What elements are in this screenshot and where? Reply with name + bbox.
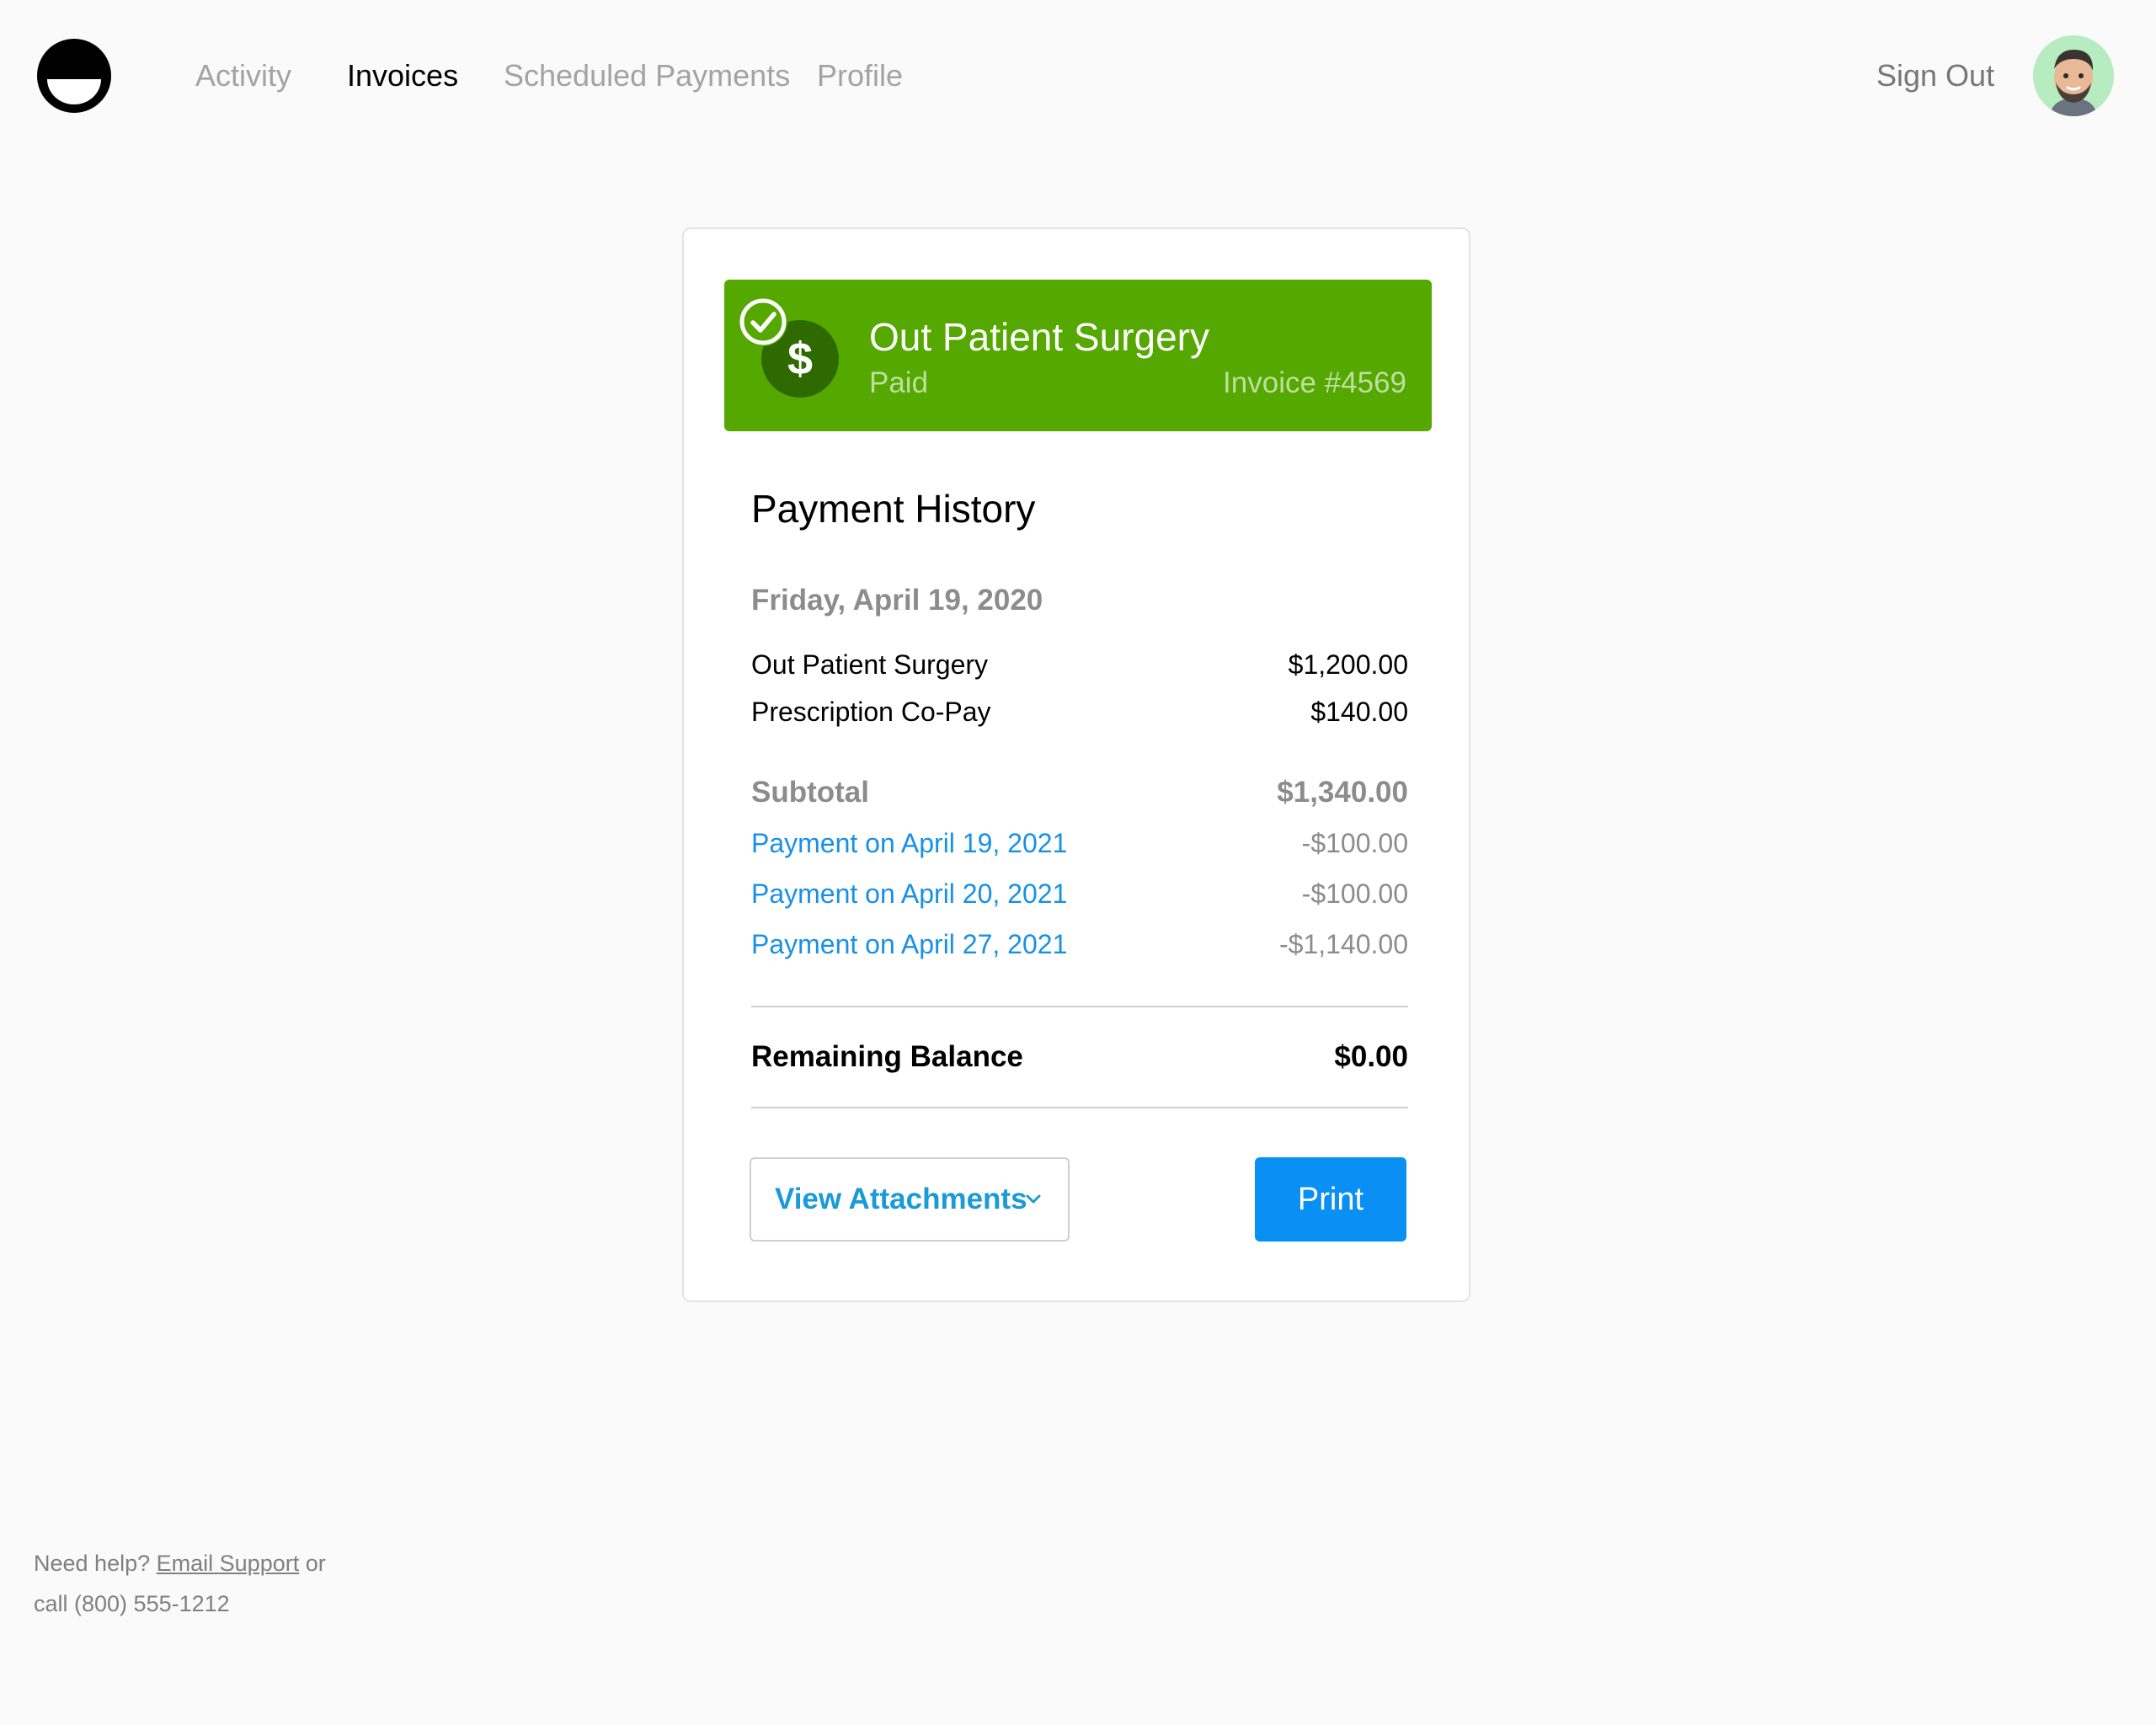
payment-row: Payment on April 27, 2021 -$1,140.00	[751, 923, 1408, 965]
payment-history-title: Payment History	[751, 487, 1036, 531]
invoice-number: Invoice #4569	[1223, 366, 1406, 399]
payment-amount: -$1,140.00	[1278, 929, 1408, 959]
remaining-balance-row: Remaining Balance $0.00	[751, 1036, 1408, 1078]
line-item-amount: $140.00	[1310, 697, 1408, 727]
view-attachments-label: View Attachments	[775, 1183, 1027, 1215]
sign-out-link[interactable]: Sign Out	[1876, 52, 1994, 99]
line-item: Out Patient Surgery $1,200.00	[751, 644, 1408, 686]
line-item-label: Out Patient Surgery	[751, 649, 989, 680]
remaining-balance-amount: $0.00	[1334, 1040, 1408, 1073]
invoice-date: Friday, April 19, 2020	[751, 584, 1043, 617]
invoice-status-banner: $ Out Patient Surgery Paid Invoice #4569	[724, 280, 1432, 431]
divider	[751, 1107, 1408, 1108]
nav-item-scheduled-payments[interactable]: Scheduled Payments	[504, 52, 790, 99]
paid-dollar-check-icon: $	[739, 297, 839, 398]
help-prefix: Need help?	[34, 1551, 151, 1576]
email-support-link[interactable]: Email Support	[157, 1551, 300, 1576]
nav-item-invoices[interactable]: Invoices	[347, 52, 458, 99]
smile-logo-icon[interactable]	[35, 37, 113, 115]
payment-link[interactable]: Payment on April 19, 2021	[751, 822, 1067, 864]
payment-amount: -$100.00	[1301, 879, 1408, 909]
payment-row: Payment on April 19, 2021 -$100.00	[751, 822, 1408, 864]
svg-text:$: $	[787, 334, 813, 384]
remaining-balance-label: Remaining Balance	[751, 1040, 1023, 1073]
help-text: Need help? Email Support or call (800) 5…	[34, 1543, 326, 1624]
payment-link[interactable]: Payment on April 20, 2021	[751, 873, 1067, 915]
invoice-card: $ Out Patient Surgery Paid Invoice #4569…	[682, 227, 1470, 1302]
line-item-label: Prescription Co-Pay	[751, 697, 991, 727]
payment-amount: -$100.00	[1301, 828, 1408, 858]
avatar-face-icon	[2033, 35, 2114, 116]
chevron-down-icon	[1026, 1194, 1041, 1204]
line-item: Prescription Co-Pay $140.00	[751, 691, 1408, 733]
print-button[interactable]: Print	[1255, 1157, 1406, 1242]
divider	[751, 1006, 1408, 1007]
help-phone: call (800) 555-1212	[34, 1591, 230, 1616]
help-or: or	[305, 1551, 326, 1576]
nav-item-activity[interactable]: Activity	[195, 52, 291, 99]
nav-item-profile[interactable]: Profile	[817, 52, 903, 99]
subtotal-row: Subtotal $1,340.00	[751, 772, 1408, 814]
view-attachments-button[interactable]: View Attachments	[750, 1157, 1070, 1242]
payment-link[interactable]: Payment on April 27, 2021	[751, 923, 1067, 965]
print-label: Print	[1297, 1182, 1364, 1217]
invoice-title: Out Patient Surgery	[869, 315, 1209, 359]
subtotal-amount: $1,340.00	[1277, 776, 1408, 809]
payment-row: Payment on April 20, 2021 -$100.00	[751, 873, 1408, 915]
line-item-amount: $1,200.00	[1288, 649, 1408, 680]
invoice-status: Paid	[869, 366, 929, 399]
user-avatar[interactable]	[2033, 35, 2114, 116]
subtotal-label: Subtotal	[751, 776, 869, 809]
